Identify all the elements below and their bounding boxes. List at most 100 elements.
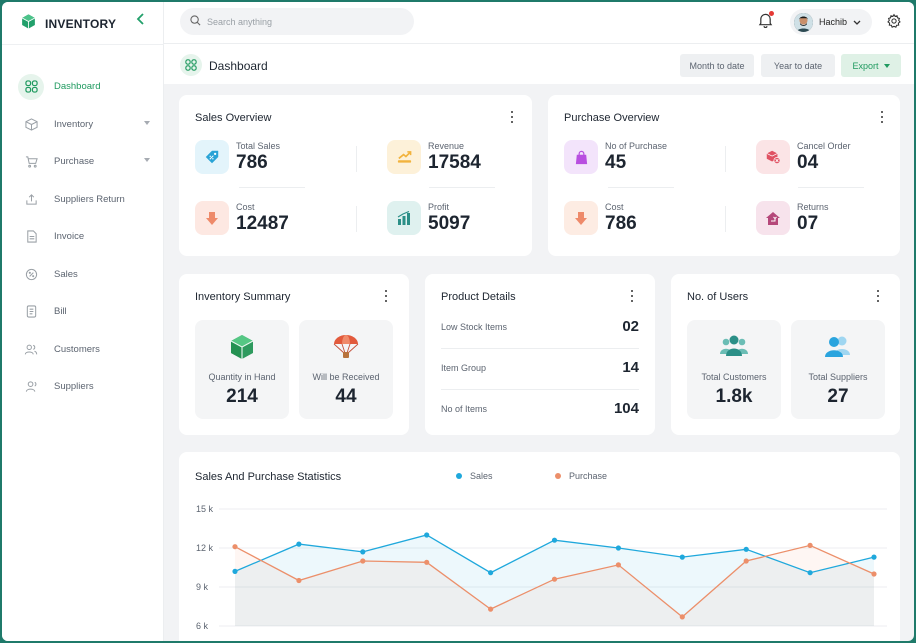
data-point-purchase — [296, 577, 302, 584]
app-window: INVENTORY Dashboard Inventory Purchase S… — [2, 2, 914, 641]
tile-label: Total Customers — [701, 372, 767, 382]
data-point-purchase — [679, 614, 685, 620]
sidebar-item-purchase[interactable]: Purchase — [18, 143, 158, 181]
divider — [725, 146, 726, 172]
bill-icon — [18, 299, 44, 325]
sidebar-item-suppliers[interactable]: Suppliers — [18, 368, 158, 406]
divider — [429, 187, 495, 188]
cube-logo-icon — [20, 13, 37, 35]
revenue-chart-icon — [387, 140, 421, 174]
data-point-purchase — [424, 559, 430, 565]
metric-value: 04 — [797, 152, 819, 173]
total-customers-tile: Total Customers 1.8k — [687, 320, 781, 419]
notification-bell-icon[interactable] — [758, 11, 774, 33]
data-point-sales — [488, 570, 494, 576]
product-row-low-stock: Low Stock Items 02 — [441, 318, 639, 335]
divider — [725, 206, 726, 232]
sidebar-item-label: Bill — [54, 306, 67, 318]
users-card: No. of Users Total Customers 1.8k Total … — [671, 274, 900, 435]
export-label: Export — [852, 60, 879, 71]
user-name: Hachib — [819, 17, 848, 27]
total-suppliers-tile: Total Suppliers 27 — [791, 320, 885, 419]
collapse-sidebar-icon[interactable] — [136, 12, 146, 29]
divider — [356, 146, 357, 172]
metric-label: Cost — [236, 202, 255, 212]
tile-value: 44 — [335, 386, 357, 407]
product-row-item-group: Item Group 14 — [441, 359, 639, 376]
row-value: 02 — [622, 318, 639, 335]
purchase-overview-card: Purchase Overview No of Purchase 45 Canc… — [548, 95, 900, 256]
sales-percent-icon — [18, 261, 44, 287]
divider — [2, 44, 164, 45]
sidebar-item-invoice[interactable]: Invoice — [18, 218, 158, 256]
shopping-bag-icon — [564, 140, 598, 174]
more-options-icon[interactable] — [384, 290, 388, 302]
sidebar-item-sales[interactable]: Sales — [18, 256, 158, 294]
cost-metric: Cost 12487 — [195, 201, 289, 235]
search-box[interactable] — [180, 8, 414, 35]
sidebar-item-suppliers-return[interactable]: Suppliers Return — [18, 181, 158, 219]
data-point-sales — [743, 546, 749, 552]
metric-label: Cancel Order — [797, 141, 851, 151]
sidebar-item-inventory[interactable]: Inventory — [18, 106, 158, 144]
brand-logo[interactable]: INVENTORY — [20, 13, 116, 35]
metric-label: No of Purchase — [605, 141, 668, 151]
sidebar-item-label: Suppliers Return — [54, 193, 125, 205]
card-title: Inventory Summary — [195, 291, 291, 303]
row-label: Item Group — [441, 362, 487, 373]
cancel-order-metric: Cancel Order 04 — [756, 140, 851, 174]
box-icon — [18, 111, 44, 137]
sales-purchase-statistics-card: Sales And Purchase Statistics Sales Purc… — [179, 452, 900, 641]
topbar: Hachib — [164, 2, 914, 44]
search-input[interactable] — [207, 16, 397, 27]
data-point-sales — [871, 554, 877, 560]
data-point-purchase — [232, 544, 238, 550]
sidebar-item-label: Dashboard — [54, 81, 101, 93]
purchase-cost-metric: Cost 786 — [564, 201, 637, 235]
data-point-sales — [679, 554, 685, 560]
sidebar-item-bill[interactable]: Bill — [18, 293, 158, 331]
data-point-sales — [296, 541, 302, 547]
sidebar-item-label: Inventory — [54, 118, 94, 130]
data-point-purchase — [871, 571, 877, 577]
more-options-icon[interactable] — [510, 111, 514, 123]
inventory-summary-card: Inventory Summary Quantity in Hand 214 W… — [179, 274, 409, 435]
y-tick-label: 12 k — [196, 543, 214, 553]
tile-value: 27 — [827, 386, 849, 407]
profit-bar-chart-icon — [387, 201, 421, 235]
month-to-date-button[interactable]: Month to date — [680, 54, 754, 77]
product-details-card: Product Details Low Stock Items 02 Item … — [425, 274, 655, 435]
quantity-in-hand-tile: Quantity in Hand 214 — [195, 320, 289, 419]
card-title: No. of Users — [687, 291, 749, 303]
y-tick-label: 6 k — [196, 621, 209, 631]
page-title: Dashboard — [209, 59, 268, 73]
more-options-icon[interactable] — [880, 111, 884, 123]
more-options-icon[interactable] — [630, 290, 634, 302]
export-button[interactable]: Export — [841, 54, 901, 77]
sidebar-item-customers[interactable]: Customers — [18, 331, 158, 369]
metric-value: 786 — [236, 152, 268, 173]
row-label: Low Stock Items — [441, 321, 508, 332]
divider — [798, 187, 864, 188]
y-tick-label: 15 k — [196, 504, 214, 514]
avatar — [794, 12, 813, 32]
gear-icon[interactable] — [886, 13, 902, 34]
dashboard-grid-icon — [180, 54, 202, 76]
divider — [441, 348, 639, 349]
sidebar-item-label: Invoice — [54, 231, 85, 243]
user-icon — [18, 374, 44, 400]
tile-label: Quantity in Hand — [208, 372, 276, 382]
metric-value: 5097 — [428, 213, 471, 234]
returns-house-icon — [756, 201, 790, 235]
chevron-down-icon — [144, 120, 150, 125]
year-to-date-button[interactable]: Year to date — [761, 54, 835, 77]
row-label: No of Items — [441, 403, 488, 414]
y-tick-label: 9 k — [196, 582, 209, 592]
more-options-icon[interactable] — [876, 290, 880, 302]
user-menu[interactable]: Hachib — [790, 9, 872, 35]
row-value: 14 — [622, 359, 639, 376]
metric-label: Revenue — [428, 141, 465, 151]
data-point-purchase — [743, 558, 749, 564]
dashboard-grid-icon — [18, 73, 44, 100]
sidebar-item-dashboard[interactable]: Dashboard — [18, 68, 158, 106]
